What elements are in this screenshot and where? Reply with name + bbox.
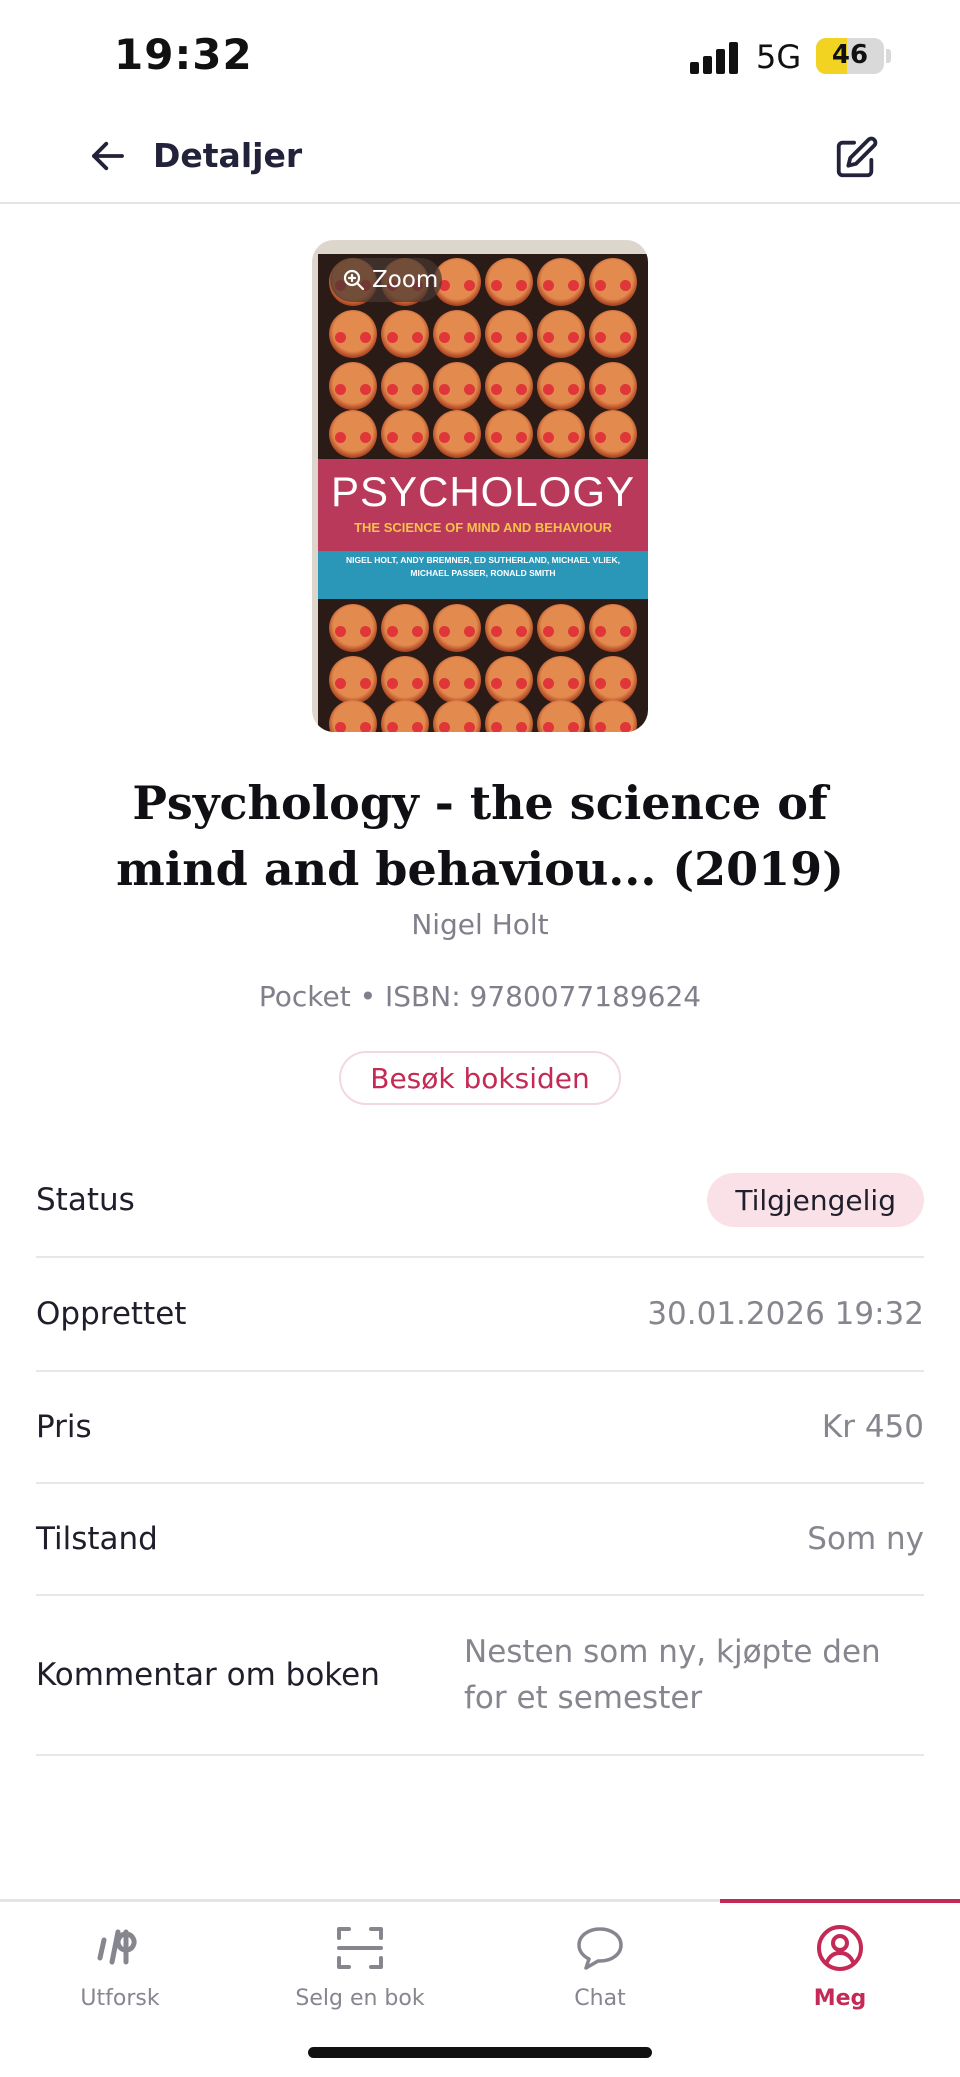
book-format-isbn: Pocket • ISBN: 9780077189624 [258,980,702,1013]
chat-bubble-icon [570,1918,630,1978]
price-value: Kr 450 [821,1409,924,1445]
edit-button[interactable] [828,130,884,186]
cover-artwork: PSYCHOLOGY THE SCIENCE OF MIND AND BEHAV… [318,254,648,732]
edit-square-icon [836,136,878,178]
logo-ib-icon [90,1918,150,1978]
cellular-signal-icon [690,40,742,74]
nav-tab-meg[interactable]: Meg [720,1912,960,2022]
home-indicator[interactable] [308,2047,652,2058]
cover-authors-text: NIGEL HOLT, ANDY BREMNER, ED SUTHERLAND,… [346,555,620,578]
created-value: 30.01.2026 19:32 [647,1296,924,1332]
book-author: Nigel Holt [411,908,549,941]
zoom-label: Zoom [372,267,439,293]
page-title: Detaljer [153,136,303,175]
cover-subtitle-text: THE SCIENCE OF MIND AND BEHAVIOUR [354,520,612,535]
nav-label-selg-en-bok: Selg en bok [295,1986,425,2011]
created-label: Opprettet [36,1296,187,1332]
scan-frame-icon [330,1918,390,1978]
comment-value: Nesten som ny, kjøpte den for et semeste… [464,1634,881,1716]
book-cover-image[interactable]: PSYCHOLOGY THE SCIENCE OF MIND AND BEHAV… [312,240,648,732]
comment-label: Kommentar om boken [36,1657,380,1693]
nav-label-chat: Chat [574,1986,626,2011]
user-circle-icon [810,1918,870,1978]
detail-row-created: Opprettet 30.01.2026 19:32 [36,1258,924,1372]
cover-title-text: PSYCHOLOGY [330,468,636,515]
clock: 19:32 [114,30,253,79]
visit-book-page-button[interactable]: Besøk boksiden [339,1051,621,1105]
price-label: Pris [36,1409,92,1445]
nav-tab-chat[interactable]: Chat [480,1912,720,2022]
nav-label-meg: Meg [813,1986,867,2011]
top-app-bar: Detaljer [0,110,960,204]
zoom-button[interactable]: Zoom [330,258,442,302]
arrow-left-icon [92,141,124,171]
battery-icon: 46 [816,38,884,74]
condition-label: Tilstand [36,1521,158,1557]
nav-tab-utforsk[interactable]: Utforsk [0,1912,240,2022]
condition-value: Som ny [807,1521,924,1557]
nav-tab-selg-en-bok[interactable]: Selg en bok [240,1912,480,2022]
battery-percent: 46 [831,40,869,70]
nav-label-utforsk: Utforsk [80,1986,160,2011]
status-badge: Tilgjengelig [707,1173,924,1227]
battery-tip [886,49,891,63]
details-list: Status Tilgjengelig Opprettet 30.01.2026… [36,1144,924,1756]
status-label: Status [36,1182,135,1218]
zoom-in-icon [343,269,365,291]
detail-row-comment: Kommentar om boken Nesten som ny, kjøpte… [36,1596,924,1756]
status-bar: 19:32 5G 46 [0,0,960,110]
detail-row-condition: Tilstand Som ny [36,1484,924,1596]
detail-row-price: Pris Kr 450 [36,1372,924,1484]
network-type: 5G [756,38,802,76]
detail-row-status: Status Tilgjengelig [36,1144,924,1258]
active-tab-indicator [720,1899,960,1903]
back-button[interactable] [80,128,136,184]
book-title: Psychology - the science of mind and beh… [116,776,844,896]
